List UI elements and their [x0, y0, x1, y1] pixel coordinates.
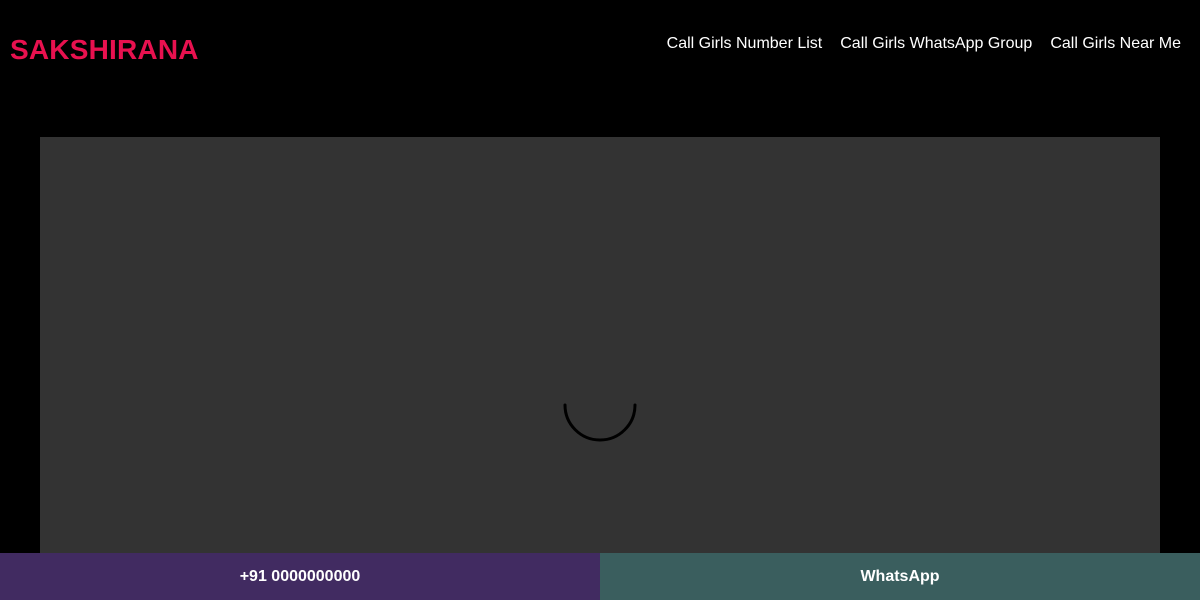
media-placeholder [40, 137, 1160, 553]
loading-spinner-icon [563, 403, 637, 442]
nav-link-whatsapp-group[interactable]: Call Girls WhatsApp Group [840, 34, 1032, 54]
nav-link-near-me[interactable]: Call Girls Near Me [1050, 34, 1181, 54]
site-header: SAKSHIRANA Call Girls Number List Call G… [0, 0, 1200, 100]
call-button[interactable]: +91 0000000000 [0, 553, 600, 600]
main-nav: Call Girls Number List Call Girls WhatsA… [667, 34, 1181, 54]
nav-link-number-list[interactable]: Call Girls Number List [667, 34, 823, 54]
bottom-action-bar: +91 0000000000 WhatsApp [0, 553, 1200, 600]
whatsapp-button[interactable]: WhatsApp [600, 553, 1200, 600]
site-logo[interactable]: SAKSHIRANA [10, 32, 199, 68]
